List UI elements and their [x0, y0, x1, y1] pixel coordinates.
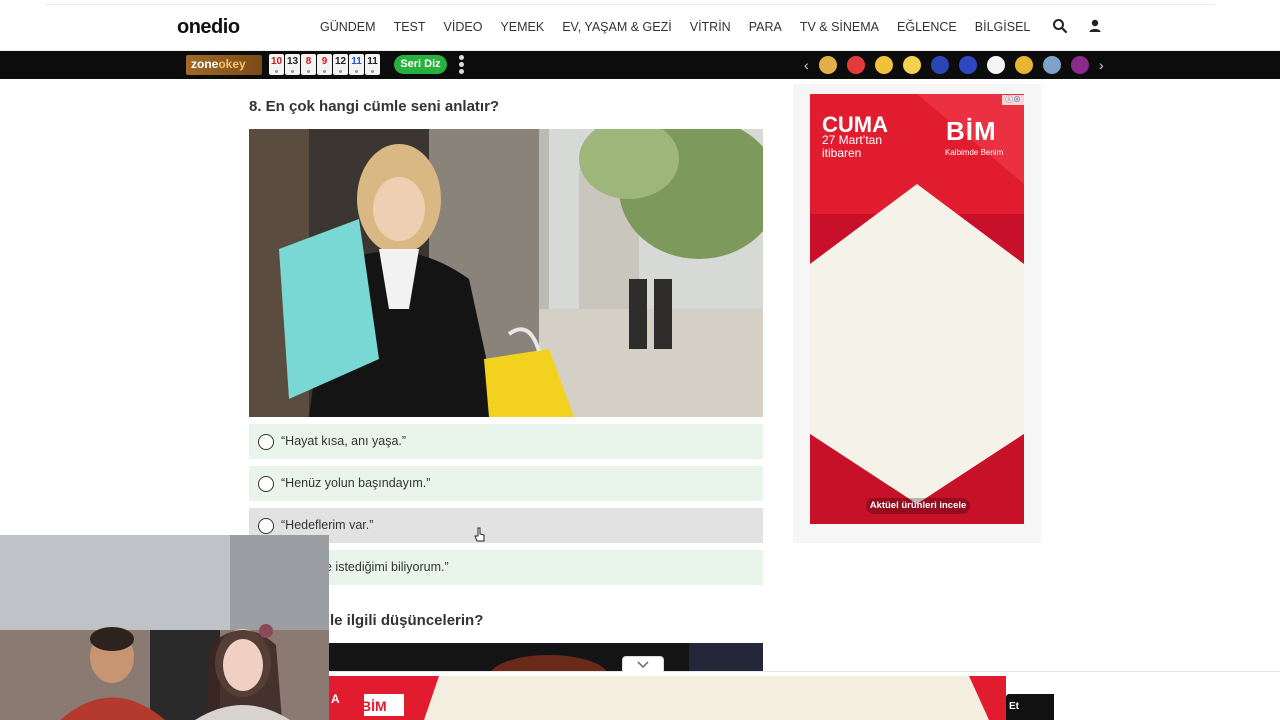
ad-brand: BİM — [946, 116, 997, 146]
chevron-down-icon[interactable] — [622, 656, 664, 672]
chevron-right-icon[interactable]: › — [1099, 57, 1104, 73]
sticky-ad-button[interactable]: Et — [1006, 694, 1054, 720]
answer-label: “Hedeflerim var.” — [281, 518, 374, 532]
ad-cta-button[interactable]: Aktüel ürünleri incele — [866, 498, 970, 514]
next-question-title: le ilgili düşüncelerin? — [330, 612, 484, 629]
nav-item-yemek[interactable]: YEMEK — [500, 20, 544, 34]
zoneokey-logo[interactable]: zoneokey — [186, 55, 262, 75]
question-image — [249, 129, 763, 417]
search-icon[interactable] — [1052, 18, 1068, 34]
nav-item-ev-yasam-gezi[interactable]: EV, YAŞAM & GEZİ — [562, 20, 672, 34]
okey-tile: 8 — [301, 54, 316, 75]
nav-item-gundem[interactable]: GÜNDEM — [320, 20, 376, 34]
hand-cursor-icon — [474, 527, 485, 542]
reaction-emoji-icon[interactable] — [1015, 56, 1033, 74]
top-strip — [45, 0, 1215, 5]
okey-tile: 11 — [365, 54, 380, 75]
okey-tile: 9 — [317, 54, 332, 75]
ad-slogan: Kalbimde Benim — [945, 148, 1004, 157]
webcam-overlay — [0, 535, 329, 720]
nav-item-vitrin[interactable]: VİTRİN — [690, 20, 731, 34]
answer-label: “Henüz yolun başındayım.” — [281, 476, 431, 490]
okey-tile: 12 — [333, 54, 348, 75]
reaction-emoji-icon[interactable] — [987, 56, 1005, 74]
sticky-ad-brand: BİM — [361, 698, 387, 714]
nav-item-eglence[interactable]: EĞLENCE — [897, 20, 957, 34]
site-logo[interactable]: onedio — [177, 16, 240, 39]
chevron-left-icon[interactable]: ‹ — [804, 57, 809, 73]
ad-info-icon[interactable]: ⓘ⊗ — [1002, 95, 1024, 105]
reaction-emoji-icon[interactable] — [931, 56, 949, 74]
radio-button[interactable] — [258, 476, 274, 492]
okey-tile: 11 — [349, 54, 364, 75]
reaction-emoji-icon[interactable] — [875, 56, 893, 74]
reaction-emoji-icon[interactable] — [1071, 56, 1089, 74]
okey-tile: 10 — [269, 54, 284, 75]
nav-item-bilgisel[interactable]: BİLGİSEL — [975, 20, 1031, 34]
reaction-emoji-icon[interactable] — [1043, 56, 1061, 74]
nav-item-para[interactable]: PARA — [749, 20, 782, 34]
answer-label: e istediğimi biliyorum.” — [325, 560, 449, 574]
nav-item-video[interactable]: VİDEO — [444, 20, 483, 34]
ad-subtext: 27 Mart’tan itibaren — [822, 133, 883, 160]
question-title: 8. En çok hangi cümle seni anlatır? — [249, 98, 500, 115]
reaction-emoji-icon[interactable] — [903, 56, 921, 74]
radio-button[interactable] — [258, 518, 274, 534]
seri-diz-button[interactable]: Seri Diz — [394, 55, 447, 74]
okey-tiles: 10 13 8 9 12 11 11 — [269, 54, 380, 75]
answer-label: “Hayat kısa, anı yaşa.” — [281, 434, 407, 448]
nav-item-test[interactable]: TEST — [394, 20, 426, 34]
more-icon[interactable] — [459, 55, 465, 75]
answer-option-1[interactable]: “Hayat kısa, anı yaşa.” — [249, 424, 763, 459]
sticky-ad-edge-text: A — [331, 692, 340, 706]
okey-tile: 13 — [285, 54, 300, 75]
answer-option-2[interactable]: “Henüz yolun başındayım.” — [249, 466, 763, 501]
radio-button[interactable] — [258, 434, 274, 450]
main-nav: GÜNDEM TEST VİDEO YEMEK EV, YAŞAM & GEZİ… — [320, 20, 1048, 34]
reaction-emojis — [819, 56, 1089, 74]
reaction-emoji-icon[interactable] — [847, 56, 865, 74]
reaction-emoji-icon[interactable] — [959, 56, 977, 74]
user-icon[interactable] — [1087, 18, 1103, 34]
reaction-emoji-icon[interactable] — [819, 56, 837, 74]
nav-item-tv-sinema[interactable]: TV & SİNEMA — [800, 20, 879, 34]
sticky-bim-ad[interactable]: A BİM — [329, 676, 1006, 720]
